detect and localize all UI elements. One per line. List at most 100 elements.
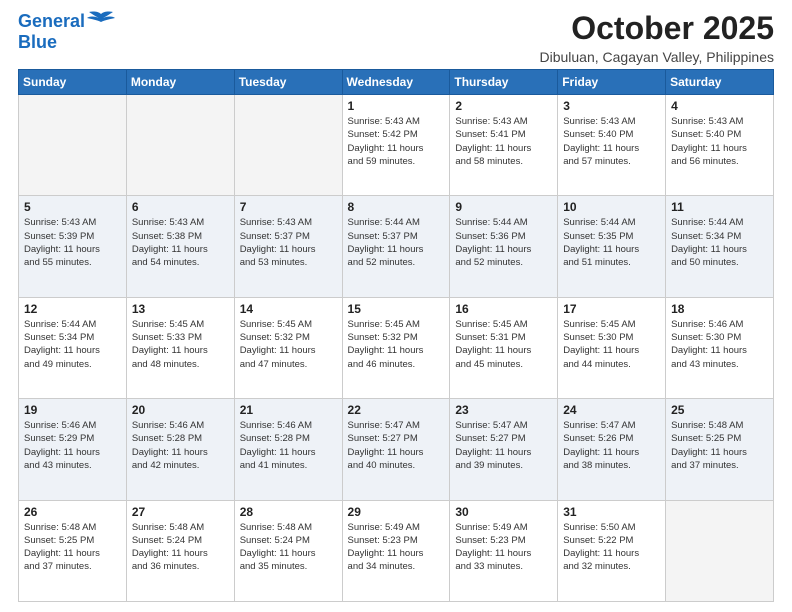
day-info: Sunrise: 5:50 AMSunset: 5:22 PMDaylight:… <box>563 521 660 574</box>
calendar-cell: 19 Sunrise: 5:46 AMSunset: 5:29 PMDayligh… <box>19 399 127 500</box>
calendar-cell: 23 Sunrise: 5:47 AMSunset: 5:27 PMDayligh… <box>450 399 558 500</box>
day-info: Sunrise: 5:47 AMSunset: 5:26 PMDaylight:… <box>563 419 660 472</box>
calendar-table: Sunday Monday Tuesday Wednesday Thursday… <box>18 69 774 602</box>
day-info: Sunrise: 5:43 AMSunset: 5:38 PMDaylight:… <box>132 216 229 269</box>
day-number: 2 <box>455 99 552 113</box>
day-number: 1 <box>348 99 445 113</box>
day-number: 9 <box>455 200 552 214</box>
day-info: Sunrise: 5:48 AMSunset: 5:24 PMDaylight:… <box>132 521 229 574</box>
day-number: 5 <box>24 200 121 214</box>
calendar-cell: 29 Sunrise: 5:49 AMSunset: 5:23 PMDayligh… <box>342 500 450 601</box>
calendar-cell: 30 Sunrise: 5:49 AMSunset: 5:23 PMDayligh… <box>450 500 558 601</box>
week-row-2: 12 Sunrise: 5:44 AMSunset: 5:34 PMDayligh… <box>19 297 774 398</box>
day-number: 8 <box>348 200 445 214</box>
day-info: Sunrise: 5:49 AMSunset: 5:23 PMDaylight:… <box>348 521 445 574</box>
calendar-header: Sunday Monday Tuesday Wednesday Thursday… <box>19 70 774 95</box>
day-info: Sunrise: 5:43 AMSunset: 5:40 PMDaylight:… <box>563 115 660 168</box>
calendar-cell: 11Sunrise: 5:44 AMSunset: 5:34 PMDayligh… <box>666 196 774 297</box>
calendar-cell: 31 Sunrise: 5:50 AMSunset: 5:22 PMDayligh… <box>558 500 666 601</box>
day-number: 24 <box>563 403 660 417</box>
day-info: Sunrise: 5:43 AMSunset: 5:42 PMDaylight:… <box>348 115 445 168</box>
day-number: 13 <box>132 302 229 316</box>
title-area: October 2025 Dibuluan, Cagayan Valley, P… <box>539 10 774 65</box>
calendar-cell: 8 Sunrise: 5:44 AMSunset: 5:37 PMDaylight… <box>342 196 450 297</box>
logo-general-text: General <box>18 12 85 30</box>
calendar-cell: 24 Sunrise: 5:47 AMSunset: 5:26 PMDayligh… <box>558 399 666 500</box>
calendar-cell: 12 Sunrise: 5:44 AMSunset: 5:34 PMDayligh… <box>19 297 127 398</box>
day-number: 3 <box>563 99 660 113</box>
day-info: Sunrise: 5:44 AMSunset: 5:37 PMDaylight:… <box>348 216 445 269</box>
th-thursday: Thursday <box>450 70 558 95</box>
day-number: 7 <box>240 200 337 214</box>
day-number: 15 <box>348 302 445 316</box>
calendar-body: 1 Sunrise: 5:43 AMSunset: 5:42 PMDaylight… <box>19 95 774 602</box>
day-number: 11 <box>671 200 768 214</box>
calendar-cell: 3 Sunrise: 5:43 AMSunset: 5:40 PMDaylight… <box>558 95 666 196</box>
day-number: 21 <box>240 403 337 417</box>
day-number: 18 <box>671 302 768 316</box>
calendar-cell: 14Sunrise: 5:45 AMSunset: 5:32 PMDayligh… <box>234 297 342 398</box>
day-number: 31 <box>563 505 660 519</box>
page: General Blue October 2025 Dibuluan, Caga… <box>0 0 792 612</box>
day-info: Sunrise: 5:46 AMSunset: 5:28 PMDaylight:… <box>240 419 337 472</box>
calendar-cell <box>126 95 234 196</box>
calendar-cell: 27Sunrise: 5:48 AMSunset: 5:24 PMDayligh… <box>126 500 234 601</box>
day-info: Sunrise: 5:45 AMSunset: 5:30 PMDaylight:… <box>563 318 660 371</box>
day-info: Sunrise: 5:48 AMSunset: 5:25 PMDaylight:… <box>671 419 768 472</box>
th-sunday: Sunday <box>19 70 127 95</box>
th-monday: Monday <box>126 70 234 95</box>
calendar-cell: 15Sunrise: 5:45 AMSunset: 5:32 PMDayligh… <box>342 297 450 398</box>
calendar-cell: 18Sunrise: 5:46 AMSunset: 5:30 PMDayligh… <box>666 297 774 398</box>
th-wednesday: Wednesday <box>342 70 450 95</box>
day-number: 6 <box>132 200 229 214</box>
calendar-cell: 2 Sunrise: 5:43 AMSunset: 5:41 PMDaylight… <box>450 95 558 196</box>
day-info: Sunrise: 5:43 AMSunset: 5:41 PMDaylight:… <box>455 115 552 168</box>
header: General Blue October 2025 Dibuluan, Caga… <box>18 10 774 65</box>
day-info: Sunrise: 5:43 AMSunset: 5:37 PMDaylight:… <box>240 216 337 269</box>
week-row-1: 5 Sunrise: 5:43 AMSunset: 5:39 PMDaylight… <box>19 196 774 297</box>
logo: General Blue <box>18 10 115 51</box>
day-number: 25 <box>671 403 768 417</box>
day-number: 4 <box>671 99 768 113</box>
calendar-cell: 1 Sunrise: 5:43 AMSunset: 5:42 PMDaylight… <box>342 95 450 196</box>
logo-blue-text: Blue <box>18 33 57 51</box>
day-info: Sunrise: 5:45 AMSunset: 5:32 PMDaylight:… <box>240 318 337 371</box>
day-info: Sunrise: 5:48 AMSunset: 5:24 PMDaylight:… <box>240 521 337 574</box>
th-tuesday: Tuesday <box>234 70 342 95</box>
day-info: Sunrise: 5:47 AMSunset: 5:27 PMDaylight:… <box>348 419 445 472</box>
day-info: Sunrise: 5:44 AMSunset: 5:35 PMDaylight:… <box>563 216 660 269</box>
day-number: 23 <box>455 403 552 417</box>
calendar-cell: 10 Sunrise: 5:44 AMSunset: 5:35 PMDayligh… <box>558 196 666 297</box>
calendar-cell <box>234 95 342 196</box>
day-number: 29 <box>348 505 445 519</box>
day-info: Sunrise: 5:45 AMSunset: 5:33 PMDaylight:… <box>132 318 229 371</box>
th-friday: Friday <box>558 70 666 95</box>
calendar-cell: 25 Sunrise: 5:48 AMSunset: 5:25 PMDayligh… <box>666 399 774 500</box>
day-number: 26 <box>24 505 121 519</box>
calendar-cell: 22Sunrise: 5:47 AMSunset: 5:27 PMDayligh… <box>342 399 450 500</box>
calendar-cell: 7 Sunrise: 5:43 AMSunset: 5:37 PMDaylight… <box>234 196 342 297</box>
day-number: 10 <box>563 200 660 214</box>
day-info: Sunrise: 5:44 AMSunset: 5:34 PMDaylight:… <box>24 318 121 371</box>
calendar-cell <box>19 95 127 196</box>
day-info: Sunrise: 5:48 AMSunset: 5:25 PMDaylight:… <box>24 521 121 574</box>
logo-general-span: General <box>18 11 85 31</box>
calendar-cell: 28 Sunrise: 5:48 AMSunset: 5:24 PMDayligh… <box>234 500 342 601</box>
day-number: 19 <box>24 403 121 417</box>
week-row-4: 26 Sunrise: 5:48 AMSunset: 5:25 PMDayligh… <box>19 500 774 601</box>
th-saturday: Saturday <box>666 70 774 95</box>
day-info: Sunrise: 5:49 AMSunset: 5:23 PMDaylight:… <box>455 521 552 574</box>
calendar-cell: 26 Sunrise: 5:48 AMSunset: 5:25 PMDayligh… <box>19 500 127 601</box>
day-info: Sunrise: 5:43 AMSunset: 5:39 PMDaylight:… <box>24 216 121 269</box>
day-info: Sunrise: 5:46 AMSunset: 5:29 PMDaylight:… <box>24 419 121 472</box>
subtitle: Dibuluan, Cagayan Valley, Philippines <box>539 49 774 65</box>
day-number: 28 <box>240 505 337 519</box>
day-number: 30 <box>455 505 552 519</box>
day-info: Sunrise: 5:47 AMSunset: 5:27 PMDaylight:… <box>455 419 552 472</box>
week-row-0: 1 Sunrise: 5:43 AMSunset: 5:42 PMDaylight… <box>19 95 774 196</box>
calendar-cell: 5 Sunrise: 5:43 AMSunset: 5:39 PMDaylight… <box>19 196 127 297</box>
calendar-cell <box>666 500 774 601</box>
calendar-cell: 16Sunrise: 5:45 AMSunset: 5:31 PMDayligh… <box>450 297 558 398</box>
day-number: 12 <box>24 302 121 316</box>
month-title: October 2025 <box>539 10 774 47</box>
